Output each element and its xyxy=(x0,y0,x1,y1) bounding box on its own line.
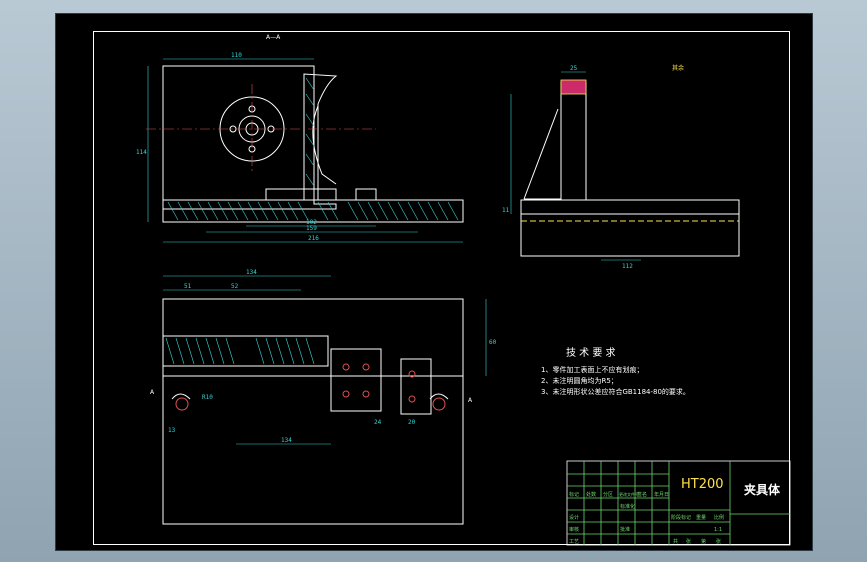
side-view-section xyxy=(560,79,587,95)
section-marker-right: A xyxy=(468,397,473,404)
tb-sheet-no: 第 xyxy=(701,538,706,545)
dim-bottom-overall: 216 xyxy=(308,235,319,242)
note-3: 3、未注明形状公差应符合GB1184-80的要求。 xyxy=(541,387,690,396)
tb-count: 处数 xyxy=(586,491,596,498)
dim-side-112: 112 xyxy=(622,263,633,270)
roughness-note: 其余 xyxy=(672,64,684,72)
dim-13: 13 xyxy=(168,427,176,434)
tb-sign: 签名 xyxy=(637,491,647,498)
technical-notes: 技 术 要 求 1、零件加工表面上不应有划痕； 2、未注明圆角均为R5； 3、未… xyxy=(541,346,690,396)
dim-side-11: 11 xyxy=(502,207,510,214)
dim-159: 159 xyxy=(306,225,317,232)
plan-view-hatching xyxy=(165,337,315,365)
side-view xyxy=(520,81,740,257)
dim-plan-51: 51 xyxy=(184,283,192,290)
front-view-hatching xyxy=(167,77,459,221)
dim-20: 20 xyxy=(408,419,416,426)
note-2: 2、未注明圆角均为R5； xyxy=(541,376,618,385)
material-label: HT200 xyxy=(681,477,724,492)
tb-zone: 分区 xyxy=(603,491,613,498)
dim-top-width: 110 xyxy=(231,52,242,59)
tb-sheet: 张 xyxy=(716,538,721,545)
plan-view-holes xyxy=(175,363,446,411)
title-block xyxy=(566,460,791,546)
tb-review: 审核 xyxy=(569,526,579,533)
tb-change-doc: 更改文件号 xyxy=(619,491,639,497)
dim-side-25: 25 xyxy=(570,65,578,72)
note-1: 1、零件加工表面上不应有划痕； xyxy=(541,365,643,374)
dim-24: 24 xyxy=(374,419,382,426)
side-view-dims xyxy=(510,71,641,261)
tb-mark: 标记 xyxy=(569,491,579,498)
dim-plan-134: 134 xyxy=(281,437,292,444)
dim-plan-width: 134 xyxy=(246,269,257,276)
tb-design: 设计 xyxy=(569,514,579,521)
tb-approve: 批准 xyxy=(620,526,630,533)
notes-title: 技 术 要 求 xyxy=(566,346,616,359)
tb-standard: 标准化 xyxy=(620,503,635,510)
tb-process: 工艺 xyxy=(569,539,579,545)
tb-sheets: 张 xyxy=(686,538,691,545)
dim-plan-52: 52 xyxy=(231,283,239,290)
tb-weight: 重量 xyxy=(696,514,706,521)
dim-r10: R10 xyxy=(202,394,213,401)
cad-drawing: A—A 110 114 216 159 102 25 112 11 其余 134… xyxy=(136,34,791,546)
tb-total: 共 xyxy=(673,538,678,545)
dim-60: 60 xyxy=(489,339,497,346)
dim-left-height: 114 xyxy=(136,149,147,156)
tb-stage: 阶段标记 xyxy=(671,514,691,521)
cad-viewport[interactable]: A—A 110 114 216 159 102 25 112 11 其余 134… xyxy=(55,13,813,551)
plan-view xyxy=(162,298,464,525)
tb-scale-label: 比例 xyxy=(714,514,724,521)
section-label: A—A xyxy=(266,34,281,41)
part-name: 夹具体 xyxy=(744,482,781,497)
dim-102: 102 xyxy=(306,219,317,226)
tb-scale: 1:1 xyxy=(714,527,722,533)
tb-date: 年月日 xyxy=(654,491,669,498)
section-marker-left: A xyxy=(150,389,155,396)
plan-view-dims xyxy=(163,275,487,445)
